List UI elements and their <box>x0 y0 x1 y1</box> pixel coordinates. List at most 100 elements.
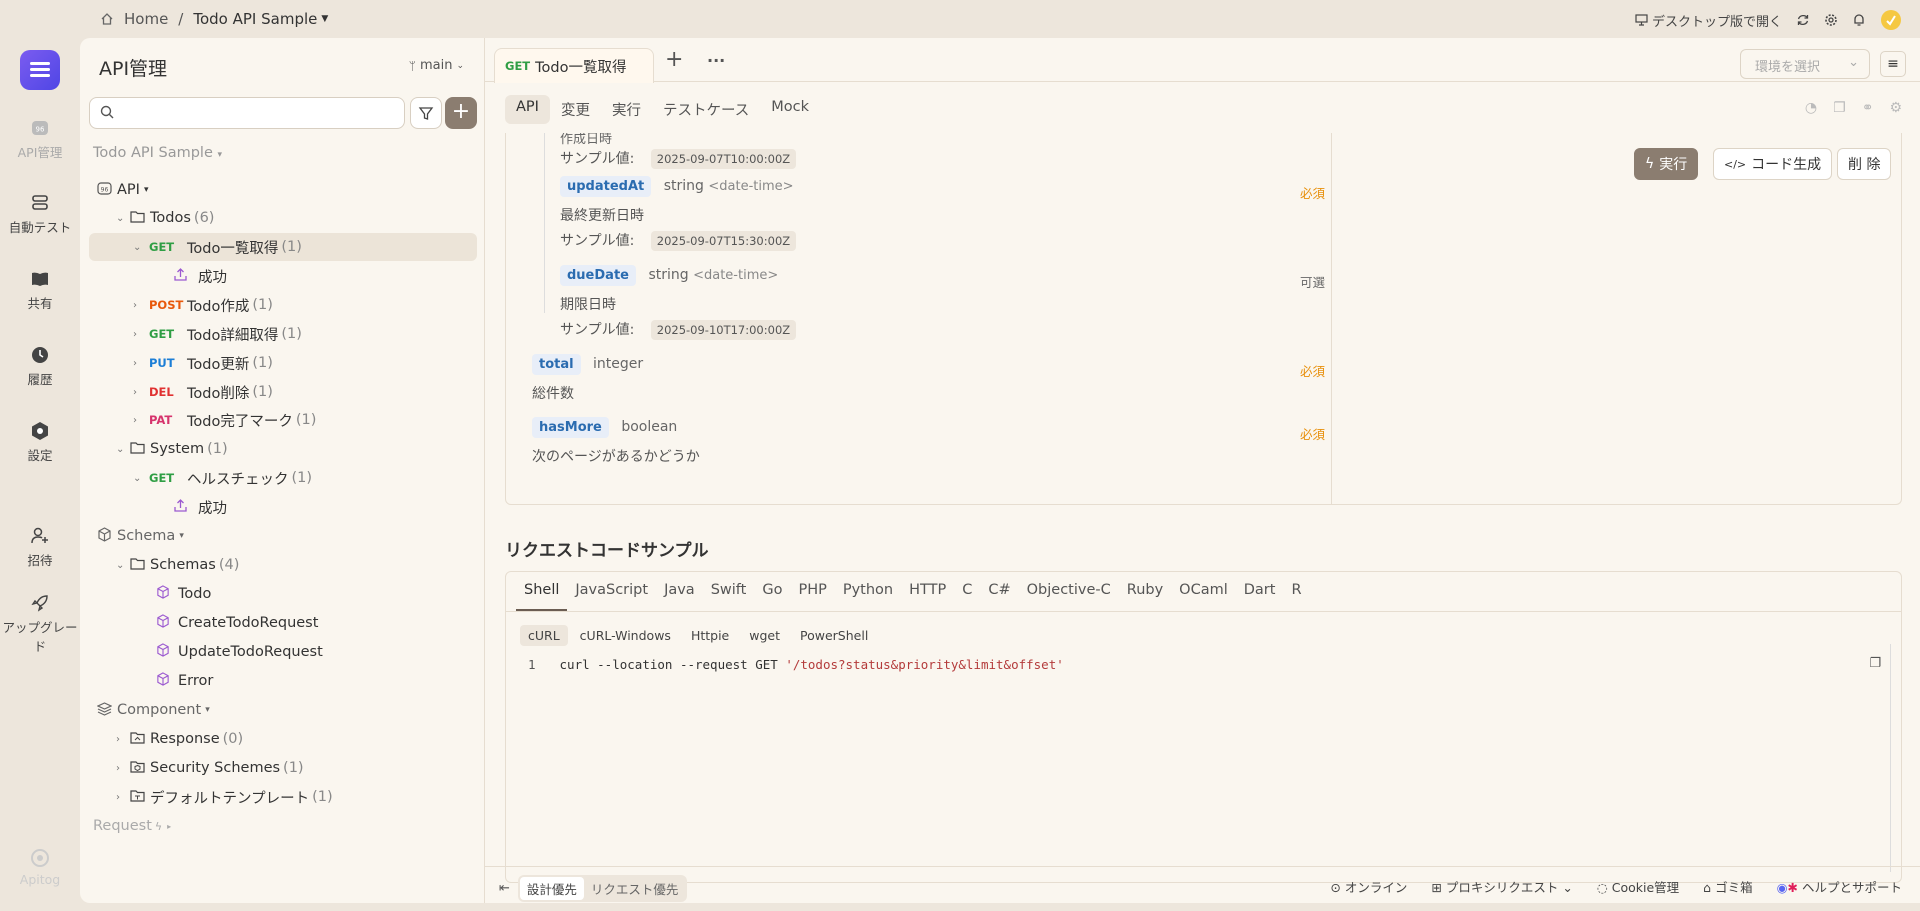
theme-icon[interactable]: ◔ <box>1805 100 1817 116</box>
proxy-select[interactable]: ⊞ プロキシリクエスト ⌄ <box>1431 877 1572 896</box>
run-button[interactable]: ϟ 実行 <box>1634 148 1699 180</box>
avatar[interactable] <box>1880 9 1902 31</box>
tree-endpoint-get-todos[interactable]: ⌄ GET Todo一覧取得 (1) <box>89 233 477 261</box>
client-tab[interactable]: wget <box>741 625 788 646</box>
tree-api-root[interactable]: 96 API ▾ <box>89 176 477 204</box>
tree-endpoint-health[interactable]: ⌄ GET ヘルスチェック (1) <box>89 464 477 492</box>
api-icon: 96 <box>97 181 112 200</box>
tree-schema-item[interactable]: CreateTodoRequest <box>89 609 477 637</box>
lang-tab[interactable]: Objective-C <box>1019 572 1119 611</box>
app-logo[interactable] <box>20 50 60 90</box>
collapse-sidebar-icon[interactable]: ⇤ <box>499 881 510 896</box>
more-tabs-button[interactable]: ··· <box>707 51 725 70</box>
client-tab[interactable]: cURL-Windows <box>572 625 679 646</box>
tree-endpoint-post-todo[interactable]: › POST Todo作成 (1) <box>89 291 477 319</box>
codegen-button[interactable]: </> コード生成 <box>1713 148 1833 180</box>
rail-item-api[interactable]: 96 API管理 <box>0 118 80 161</box>
lang-tab[interactable]: Go <box>754 572 790 611</box>
rail-item-upgrade[interactable]: アップグレード <box>0 593 80 655</box>
lang-tab[interactable]: JavaScript <box>567 572 656 611</box>
lang-tab[interactable]: Swift <box>703 572 755 611</box>
required-badge: 必須 <box>1300 186 1326 201</box>
lightning-icon: ϟ <box>154 819 163 833</box>
branch-selector[interactable]: ᛘ main ⌄ <box>409 58 464 73</box>
subtab-testcases[interactable]: テストケース <box>652 95 760 124</box>
field-sample-row: サンプル値: 2025-09-10T17:00:00Z <box>560 319 797 340</box>
delete-button[interactable]: 削 除 <box>1837 148 1892 180</box>
lang-tab[interactable]: OCaml <box>1171 572 1236 611</box>
tree-folder-system[interactable]: ⌄ System (1) <box>89 435 477 463</box>
breadcrumb-project[interactable]: Todo API Sample ▼ <box>193 10 328 28</box>
help-button[interactable]: ◉✱ ヘルプとサポート <box>1777 877 1902 896</box>
tree-endpoint-patch-todo[interactable]: › PAT Todo完了マーク (1) <box>89 406 477 434</box>
tree-endpoint-get-todo-detail[interactable]: › GET Todo詳細取得 (1) <box>89 320 477 348</box>
tree-folder-schemas[interactable]: ⌄ Schemas (4) <box>89 551 477 579</box>
client-tab[interactable]: Httpie <box>683 625 737 646</box>
lang-tab[interactable]: Dart <box>1236 572 1284 611</box>
code-line[interactable]: 1 curl --location --request GET '/todos?s… <box>528 657 1064 672</box>
tree-folder-response[interactable]: › Response (0) <box>89 725 477 753</box>
online-status[interactable]: ⊙ オンライン <box>1330 877 1407 896</box>
discord-icon: ◉ <box>1776 880 1788 895</box>
environment-placeholder: 環境を選択 <box>1755 60 1821 75</box>
rail-item-share[interactable]: 共有 <box>0 269 80 312</box>
trash-button[interactable]: ⌂ ゴミ箱 <box>1703 877 1752 896</box>
tree-case-success[interactable]: 成功 <box>89 262 477 290</box>
tree-schema-root[interactable]: Schema ▾ <box>89 522 477 550</box>
lang-tab[interactable]: C <box>954 572 980 611</box>
lang-tab[interactable]: R <box>1283 572 1309 611</box>
folder-icon <box>130 557 145 574</box>
tree-folder-template[interactable]: › デフォルトテンプレート (1) <box>89 783 477 811</box>
lang-tab[interactable]: HTTP <box>901 572 954 611</box>
code-icon: </> <box>1724 157 1747 171</box>
environment-select[interactable]: 環境を選択 ⌄ <box>1740 49 1870 79</box>
subtab-api[interactable]: API <box>505 95 550 124</box>
tree-schema-item[interactable]: Todo <box>89 580 477 608</box>
bell-icon[interactable] <box>1852 13 1866 27</box>
tree-case-success[interactable]: 成功 <box>89 493 477 521</box>
filter-button[interactable] <box>410 97 442 129</box>
tab-get-todos[interactable]: GET Todo一覧取得 <box>494 48 654 83</box>
copy-code-icon[interactable]: ❐ <box>1869 656 1881 671</box>
rail-item-autotest[interactable]: 自動テスト <box>0 193 80 236</box>
sidebar-search-input[interactable] <box>89 97 405 129</box>
breadcrumb-home[interactable]: Home <box>124 10 168 28</box>
project-selector[interactable]: Todo API Sample ▾ <box>93 145 222 161</box>
mode-request-first[interactable]: リクエスト優先 <box>584 877 686 900</box>
lang-tab[interactable]: C# <box>980 572 1018 611</box>
subtab-run[interactable]: 実行 <box>601 95 652 124</box>
lang-tab[interactable]: PHP <box>790 572 834 611</box>
menu-button[interactable]: ≡ <box>1880 51 1906 77</box>
subtab-changes[interactable]: 変更 <box>550 95 601 124</box>
tree-schema-item[interactable]: Error <box>89 667 477 695</box>
home-icon[interactable] <box>100 12 114 26</box>
tree-request-root[interactable]: Request ϟ ▸ <box>89 812 477 840</box>
rail-item-settings[interactable]: 設定 <box>0 421 80 464</box>
tree-folder-todos[interactable]: ⌄ Todos (6) <box>89 204 477 232</box>
gear-icon[interactable] <box>1824 13 1838 27</box>
lang-tab[interactable]: Ruby <box>1119 572 1171 611</box>
add-tab-button[interactable]: + <box>665 47 683 72</box>
subtab-mock[interactable]: Mock <box>760 95 820 124</box>
client-tab[interactable]: PowerShell <box>792 625 876 646</box>
refresh-icon[interactable] <box>1796 13 1810 27</box>
desktop-open-button[interactable]: デスクトップ版で開く <box>1635 11 1782 30</box>
cookie-button[interactable]: ◌ Cookie管理 <box>1597 877 1679 896</box>
client-tab-curl[interactable]: cURL <box>520 625 568 646</box>
tree-endpoint-put-todo[interactable]: › PUT Todo更新 (1) <box>89 349 477 377</box>
mode-design-first[interactable]: 設計優先 <box>519 877 584 900</box>
rail-item-history[interactable]: 履歴 <box>0 345 80 388</box>
tree-component-root[interactable]: Component ▾ <box>89 696 477 724</box>
share-icon[interactable]: ⚭ <box>1862 100 1874 116</box>
settings-icon[interactable]: ⚙ <box>1889 100 1902 116</box>
lang-tab[interactable]: Java <box>656 572 703 611</box>
lang-tab[interactable]: Python <box>835 572 901 611</box>
copy-icon[interactable]: ❐ <box>1833 100 1846 116</box>
tree-folder-security[interactable]: › Security Schemes (1) <box>89 754 477 782</box>
tree-schema-item[interactable]: UpdateTodoRequest <box>89 638 477 666</box>
code-scrollbar[interactable] <box>1890 644 1891 872</box>
add-button[interactable]: + <box>445 97 477 129</box>
rail-item-invite[interactable]: 招待 <box>0 526 80 569</box>
lang-tab-shell[interactable]: Shell <box>516 572 568 611</box>
tree-endpoint-delete-todo[interactable]: › DEL Todo削除 (1) <box>89 378 477 406</box>
